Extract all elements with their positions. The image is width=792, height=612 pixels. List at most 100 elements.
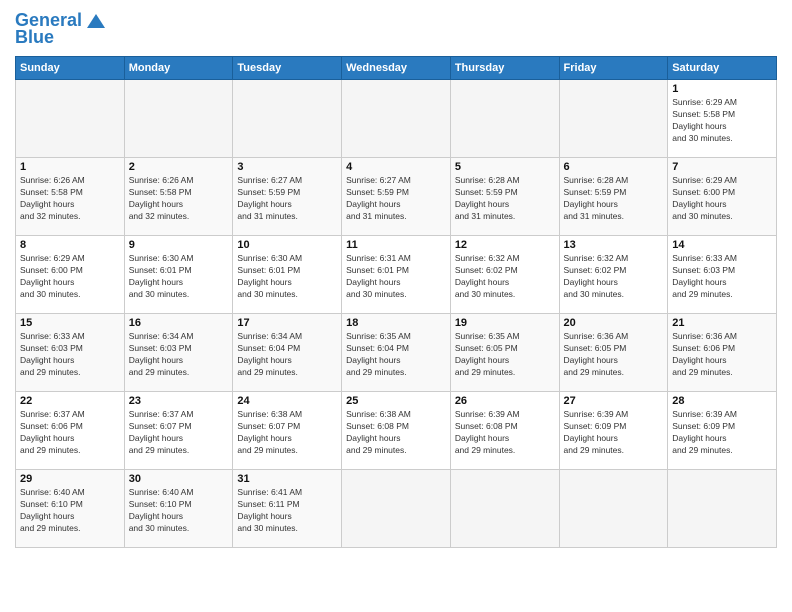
day-info: Sunrise: 6:38 AMSunset: 6:08 PMDaylight …	[346, 409, 446, 457]
day-header-thursday: Thursday	[450, 57, 559, 80]
day-number: 19	[455, 317, 555, 329]
day-number: 3	[237, 161, 337, 173]
calendar-cell	[16, 80, 125, 158]
day-number: 11	[346, 239, 446, 251]
calendar-cell: 4Sunrise: 6:27 AMSunset: 5:59 PMDaylight…	[342, 158, 451, 236]
calendar-cell: 11 Sunrise: 6:31 AMSunset: 6:01 PMDayligh…	[342, 236, 451, 314]
calendar-cell: 20 Sunrise: 6:36 AMSunset: 6:05 PMDayligh…	[559, 314, 668, 392]
calendar-cell: 17 Sunrise: 6:34 AMSunset: 6:04 PMDayligh…	[233, 314, 342, 392]
day-info: Sunrise: 6:26 AMSunset: 5:58 PMDaylight …	[20, 175, 120, 223]
day-number: 14	[672, 239, 772, 251]
day-number: 17	[237, 317, 337, 329]
day-info: Sunrise: 6:34 AMSunset: 6:03 PMDaylight …	[129, 331, 229, 379]
day-info: Sunrise: 6:36 AMSunset: 6:05 PMDaylight …	[564, 331, 664, 379]
logo-blue: Blue	[15, 27, 54, 48]
day-number: 29	[20, 473, 120, 485]
day-header-friday: Friday	[559, 57, 668, 80]
calendar-cell: 23Sunrise: 6:37 AMSunset: 6:07 PMDayligh…	[124, 392, 233, 470]
day-info: Sunrise: 6:40 AMSunset: 6:10 PMDaylight …	[20, 487, 120, 535]
day-number: 13	[564, 239, 664, 251]
calendar-cell	[342, 470, 451, 548]
day-number: 26	[455, 395, 555, 407]
day-number: 9	[129, 239, 229, 251]
day-info: Sunrise: 6:33 AMSunset: 6:03 PMDaylight …	[20, 331, 120, 379]
calendar-cell: 12 Sunrise: 6:32 AMSunset: 6:02 PMDayligh…	[450, 236, 559, 314]
calendar-week-4: 22Sunrise: 6:37 AMSunset: 6:06 PMDayligh…	[16, 392, 777, 470]
calendar-cell	[559, 470, 668, 548]
day-info: Sunrise: 6:27 AMSunset: 5:59 PMDaylight …	[237, 175, 337, 223]
day-header-sunday: Sunday	[16, 57, 125, 80]
day-header-monday: Monday	[124, 57, 233, 80]
calendar-week-3: 15 Sunrise: 6:33 AMSunset: 6:03 PMDayligh…	[16, 314, 777, 392]
day-info: Sunrise: 6:28 AMSunset: 5:59 PMDaylight …	[455, 175, 555, 223]
logo-icon	[87, 14, 105, 28]
day-number: 31	[237, 473, 337, 485]
day-header-saturday: Saturday	[668, 57, 777, 80]
calendar-cell	[233, 80, 342, 158]
day-info: Sunrise: 6:29 AMSunset: 6:00 PMDaylight …	[672, 175, 772, 223]
calendar-cell: 24 Sunrise: 6:38 AMSunset: 6:07 PMDayligh…	[233, 392, 342, 470]
calendar-cell: 1Sunrise: 6:29 AMSunset: 5:58 PMDaylight…	[668, 80, 777, 158]
calendar-cell: 31Sunrise: 6:41 AMSunset: 6:11 PMDayligh…	[233, 470, 342, 548]
day-number: 5	[455, 161, 555, 173]
day-header-tuesday: Tuesday	[233, 57, 342, 80]
day-number: 6	[564, 161, 664, 173]
day-info: Sunrise: 6:29 AMSunset: 6:00 PMDaylight …	[20, 253, 120, 301]
calendar-cell: 14 Sunrise: 6:33 AMSunset: 6:03 PMDayligh…	[668, 236, 777, 314]
day-number: 8	[20, 239, 120, 251]
day-number: 22	[20, 395, 120, 407]
day-number: 24	[237, 395, 337, 407]
day-number: 7	[672, 161, 772, 173]
calendar-cell	[668, 470, 777, 548]
calendar-cell: 30Sunrise: 6:40 AMSunset: 6:10 PMDayligh…	[124, 470, 233, 548]
day-number: 12	[455, 239, 555, 251]
day-number: 16	[129, 317, 229, 329]
day-number: 15	[20, 317, 120, 329]
day-info: Sunrise: 6:30 AMSunset: 6:01 PMDaylight …	[129, 253, 229, 301]
calendar-cell: 3 Sunrise: 6:27 AMSunset: 5:59 PMDaylight…	[233, 158, 342, 236]
calendar-cell: 10 Sunrise: 6:30 AMSunset: 6:01 PMDayligh…	[233, 236, 342, 314]
calendar-cell	[450, 80, 559, 158]
calendar-header-row: SundayMondayTuesdayWednesdayThursdayFrid…	[16, 57, 777, 80]
day-info: Sunrise: 6:31 AMSunset: 6:01 PMDaylight …	[346, 253, 446, 301]
calendar-week-0: 1Sunrise: 6:29 AMSunset: 5:58 PMDaylight…	[16, 80, 777, 158]
calendar-week-2: 8 Sunrise: 6:29 AMSunset: 6:00 PMDaylight…	[16, 236, 777, 314]
calendar-cell: 19 Sunrise: 6:35 AMSunset: 6:05 PMDayligh…	[450, 314, 559, 392]
day-info: Sunrise: 6:36 AMSunset: 6:06 PMDaylight …	[672, 331, 772, 379]
calendar-cell: 21Sunrise: 6:36 AMSunset: 6:06 PMDayligh…	[668, 314, 777, 392]
calendar-cell: 28Sunrise: 6:39 AMSunset: 6:09 PMDayligh…	[668, 392, 777, 470]
calendar-cell	[559, 80, 668, 158]
day-number: 4	[346, 161, 446, 173]
calendar-cell: 16 Sunrise: 6:34 AMSunset: 6:03 PMDayligh…	[124, 314, 233, 392]
day-info: Sunrise: 6:34 AMSunset: 6:04 PMDaylight …	[237, 331, 337, 379]
calendar-cell: 29 Sunrise: 6:40 AMSunset: 6:10 PMDayligh…	[16, 470, 125, 548]
day-info: Sunrise: 6:32 AMSunset: 6:02 PMDaylight …	[455, 253, 555, 301]
calendar-cell	[342, 80, 451, 158]
day-info: Sunrise: 6:33 AMSunset: 6:03 PMDaylight …	[672, 253, 772, 301]
day-info: Sunrise: 6:32 AMSunset: 6:02 PMDaylight …	[564, 253, 664, 301]
calendar-week-5: 29 Sunrise: 6:40 AMSunset: 6:10 PMDayligh…	[16, 470, 777, 548]
calendar-cell: 5 Sunrise: 6:28 AMSunset: 5:59 PMDaylight…	[450, 158, 559, 236]
day-header-wednesday: Wednesday	[342, 57, 451, 80]
day-info: Sunrise: 6:28 AMSunset: 5:59 PMDaylight …	[564, 175, 664, 223]
day-info: Sunrise: 6:35 AMSunset: 6:04 PMDaylight …	[346, 331, 446, 379]
day-number: 1	[672, 83, 772, 95]
calendar-cell: 25Sunrise: 6:38 AMSunset: 6:08 PMDayligh…	[342, 392, 451, 470]
day-number: 18	[346, 317, 446, 329]
day-info: Sunrise: 6:30 AMSunset: 6:01 PMDaylight …	[237, 253, 337, 301]
day-info: Sunrise: 6:26 AMSunset: 5:58 PMDaylight …	[129, 175, 229, 223]
calendar-cell: 18 Sunrise: 6:35 AMSunset: 6:04 PMDayligh…	[342, 314, 451, 392]
day-number: 23	[129, 395, 229, 407]
day-number: 28	[672, 395, 772, 407]
calendar-cell	[450, 470, 559, 548]
calendar-cell: 22Sunrise: 6:37 AMSunset: 6:06 PMDayligh…	[16, 392, 125, 470]
day-number: 20	[564, 317, 664, 329]
day-number: 10	[237, 239, 337, 251]
calendar-cell	[124, 80, 233, 158]
day-info: Sunrise: 6:35 AMSunset: 6:05 PMDaylight …	[455, 331, 555, 379]
day-number: 1	[20, 161, 120, 173]
calendar-cell: 2Sunrise: 6:26 AMSunset: 5:58 PMDaylight…	[124, 158, 233, 236]
day-number: 27	[564, 395, 664, 407]
calendar-cell: 15 Sunrise: 6:33 AMSunset: 6:03 PMDayligh…	[16, 314, 125, 392]
day-info: Sunrise: 6:38 AMSunset: 6:07 PMDaylight …	[237, 409, 337, 457]
